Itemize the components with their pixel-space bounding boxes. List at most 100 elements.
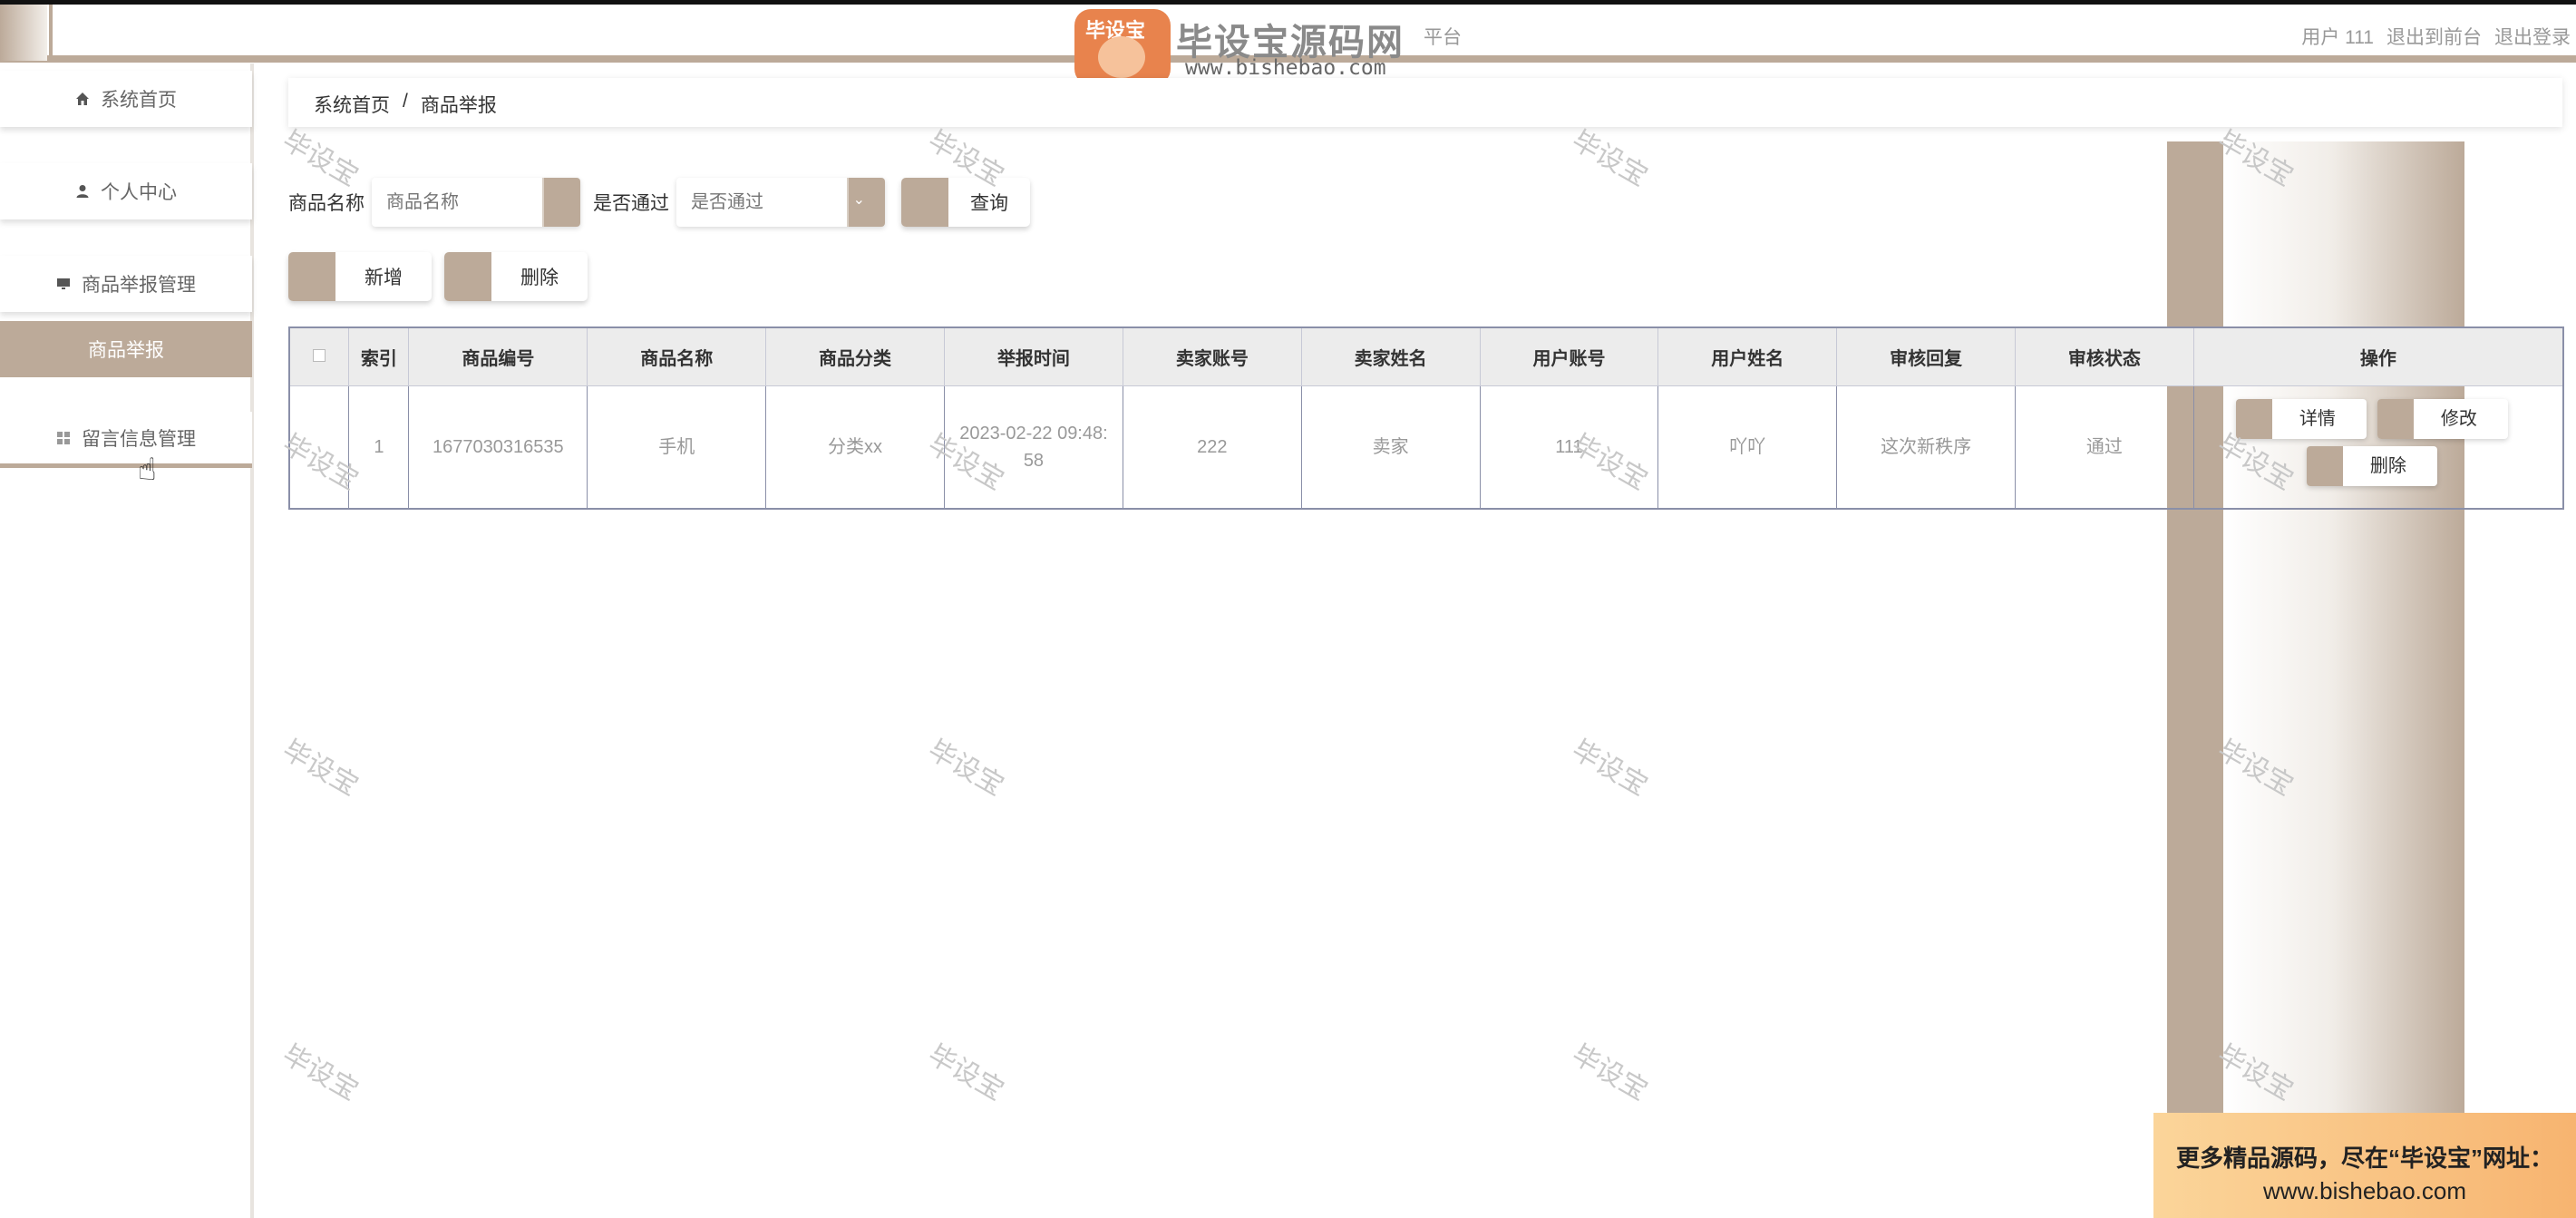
cell-product-no: 1677030316535 — [408, 385, 588, 509]
add-button-label: 新增 — [365, 268, 403, 288]
header-title: 平台 — [1424, 27, 1462, 48]
user-name: 用户 111 — [2301, 27, 2374, 48]
pass-status-label: 是否通过 — [593, 193, 669, 214]
cell-operations: 详情 修改 删除 — [2192, 385, 2564, 509]
hand-cursor-icon: ☝ — [138, 453, 157, 487]
exit-front-link[interactable]: 退出到前台 — [2386, 23, 2482, 50]
cell-index: 1 — [348, 385, 410, 509]
detail-button[interactable]: 详情 — [2235, 398, 2367, 439]
sidebar-item-label: 个人中心 — [101, 182, 177, 203]
promo-line-1: 更多精品源码，尽在“毕设宝”网址： — [2175, 1145, 2553, 1172]
chevron-down-icon: ⌄ — [852, 192, 865, 208]
edit-button[interactable]: 修改 — [2377, 398, 2508, 439]
breadcrumb-current: 商品举报 — [420, 95, 497, 116]
column-header: 用户账号 — [1479, 326, 1659, 386]
column-header: 商品分类 — [765, 326, 945, 386]
cell-product-name: 手机 — [587, 385, 767, 509]
delete-button-label: 删除 — [2369, 455, 2406, 476]
table-header-row: 索引 商品编号 商品名称 商品分类 举报时间 卖家账号 卖家姓名 用户账号 用户… — [288, 326, 2564, 386]
select-all-checkbox[interactable] — [313, 348, 326, 362]
breadcrumb-separator: / — [403, 91, 408, 112]
watermark-text: 毕设宝 — [1567, 1039, 1653, 1106]
grid-icon — [57, 431, 70, 444]
home-icon — [76, 93, 89, 105]
decor-gradient — [2223, 141, 2464, 1218]
promo-banner[interactable]: 更多精品源码，尽在“毕设宝”网址： www.bishebao.com — [2153, 1113, 2576, 1218]
field-accent — [544, 178, 580, 227]
pass-status-input[interactable] — [676, 178, 847, 227]
edit-button-label: 修改 — [2440, 408, 2477, 429]
column-header: 操作 — [2192, 326, 2564, 386]
cell-category: 分类xx — [765, 385, 945, 509]
column-header: 审核回复 — [1836, 326, 2017, 386]
column-header: 商品编号 — [408, 326, 588, 386]
breadcrumb-home[interactable]: 系统首页 — [314, 91, 390, 116]
watermark-text: 毕设宝 — [1567, 735, 1653, 802]
column-header: 商品名称 — [587, 326, 767, 386]
report-time-text: 2023-02-22 09:48:58 — [959, 423, 1108, 471]
user-icon — [76, 185, 89, 198]
button-accent — [2235, 398, 2272, 439]
button-accent — [901, 178, 948, 227]
watermark-text: 毕设宝 — [277, 735, 364, 802]
sidebar-item-label: 商品举报管理 — [82, 275, 196, 296]
button-accent — [444, 252, 491, 301]
product-name-field — [372, 178, 580, 227]
column-header: 审核状态 — [2015, 326, 2194, 386]
sidebar-item-profile[interactable]: 个人中心 — [0, 163, 252, 219]
watermark-text: 毕设宝 — [1567, 125, 1653, 192]
cell-report-time: 2023-02-22 09:48:58 — [943, 385, 1123, 509]
delete-button[interactable]: 删除 — [2306, 445, 2437, 486]
product-name-label: 商品名称 — [288, 193, 365, 214]
cell-user-account: 111 — [1479, 385, 1659, 509]
table-row: 1 1677030316535 手机 分类xx 2023-02-22 09:48… — [288, 385, 2564, 509]
detail-button-label: 详情 — [2299, 408, 2336, 429]
logo-url: www.bishebao.com — [1185, 56, 1386, 80]
add-button[interactable]: 新增 — [288, 252, 432, 301]
batch-delete-button[interactable]: 删除 — [444, 252, 588, 301]
user-info: 用户 111 退出到前台 退出登录 — [2301, 23, 2571, 50]
sidebar-item-label: 系统首页 — [101, 90, 177, 111]
operations-group: 详情 修改 删除 — [2194, 386, 2562, 508]
action-bar: 新增 删除 — [288, 252, 588, 301]
logo-face-icon — [1098, 36, 1145, 78]
query-button[interactable]: 查询 — [901, 178, 1030, 227]
watermark-text: 毕设宝 — [923, 735, 1009, 802]
sidebar: 系统首页 个人中心 商品举报管理 商品举报 留言信息管理 — [0, 63, 254, 1218]
report-table: 索引 商品编号 商品名称 商品分类 举报时间 卖家账号 卖家姓名 用户账号 用户… — [288, 326, 2564, 510]
cell-review-status: 通过 — [2015, 385, 2194, 509]
monitor-icon — [57, 278, 70, 289]
button-accent — [2306, 445, 2343, 486]
sidebar-item-home[interactable]: 系统首页 — [0, 71, 252, 127]
sidebar-item-report[interactable]: 商品举报 — [0, 321, 252, 377]
query-button-label: 查询 — [970, 193, 1008, 214]
select-all-cell — [288, 326, 350, 386]
breadcrumb: 系统首页 / 商品举报 — [288, 78, 2562, 127]
logout-link[interactable]: 退出登录 — [2494, 23, 2571, 50]
column-header: 索引 — [348, 326, 410, 386]
pass-status-select[interactable]: ⌄ — [676, 178, 885, 227]
cell-seller-account: 222 — [1122, 385, 1302, 509]
sidebar-item-label: 留言信息管理 — [82, 428, 196, 450]
watermark-text: 毕设宝 — [923, 1039, 1009, 1106]
promo-line-2: www.bishebao.com — [2263, 1177, 2466, 1204]
column-header: 用户姓名 — [1657, 326, 1838, 386]
logo-badge-icon: 毕设宝 — [1074, 9, 1171, 85]
batch-delete-button-label: 删除 — [520, 268, 559, 288]
sidebar-item-label: 商品举报 — [88, 340, 164, 361]
cell-user-name: 吖吖 — [1657, 385, 1838, 509]
button-accent — [288, 252, 335, 301]
watermark-text: 毕设宝 — [277, 1039, 364, 1106]
sidebar-item-messages[interactable]: 留言信息管理 — [0, 412, 252, 468]
cell-seller-name: 卖家 — [1300, 385, 1481, 509]
cell-review-reply: 这次新秩序 — [1836, 385, 2017, 509]
product-name-input[interactable] — [372, 178, 542, 227]
header-accent-line — [49, 5, 53, 61]
search-bar: 商品名称 是否通过 ⌄ 查询 — [288, 178, 1030, 227]
row-select-cell — [288, 385, 350, 509]
decor-column — [2167, 141, 2223, 1218]
column-header: 卖家账号 — [1122, 326, 1302, 386]
sidebar-item-report-mgmt[interactable]: 商品举报管理 — [0, 256, 252, 312]
site-logo: 毕设宝 毕设宝源码网 www.bishebao.com — [1074, 2, 1428, 85]
button-accent — [2377, 398, 2414, 439]
